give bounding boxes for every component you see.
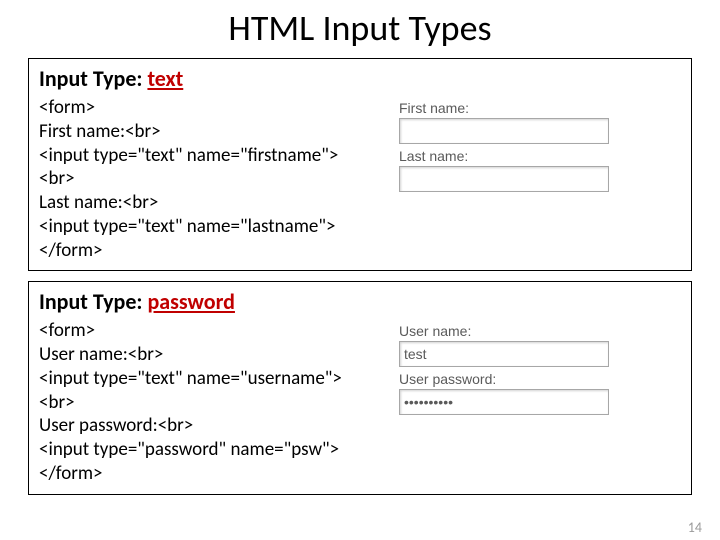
heading-prefix: Input Type: [39,65,147,92]
panel-body: <form> User name:<br> <input type="text"… [39,319,681,485]
page-title: HTML Input Types [0,6,720,50]
slide: HTML Input Types Input Type: text <form>… [0,6,720,540]
page-number: 14 [688,519,702,536]
input-firstname[interactable] [399,118,609,144]
input-username[interactable] [399,341,609,367]
label-lastname: Last name: [399,148,681,164]
input-lastname[interactable] [399,166,609,192]
input-userpassword[interactable] [399,389,609,415]
label-username: User name: [399,323,681,339]
heading-keyword-password: password [147,288,235,315]
panel-heading-password: Input Type: password [39,288,681,315]
panel-heading-text: Input Type: text [39,65,681,92]
panel-body: <form> First name:<br> <input type="text… [39,96,681,262]
label-firstname: First name: [399,100,681,116]
panel-password-type: Input Type: password <form> User name:<b… [28,281,692,494]
code-sample-text: <form> First name:<br> <input type="text… [39,96,389,262]
heading-keyword-text: text [147,65,183,92]
code-sample-password: <form> User name:<br> <input type="text"… [39,319,389,485]
label-userpassword: User password: [399,371,681,387]
heading-prefix: Input Type: [39,288,147,315]
preview-text: First name: Last name: [389,96,681,192]
panel-text-type: Input Type: text <form> First name:<br> … [28,58,692,271]
preview-password: User name: User password: [389,319,681,415]
